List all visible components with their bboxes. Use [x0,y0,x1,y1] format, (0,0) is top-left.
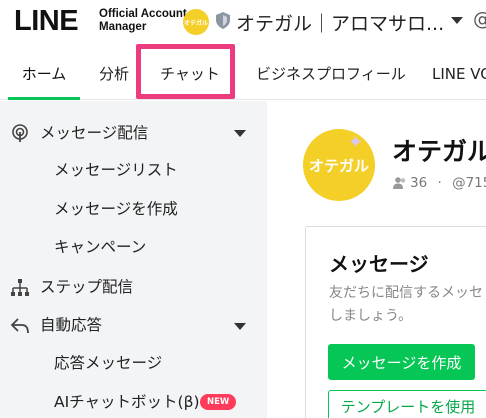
broadcast-icon [12,124,28,142]
account-id: @715 [452,175,486,191]
sidebar-item-ai-chatbot[interactable]: AIチャットボット(β) [54,384,200,418]
sidebar-item-response-message[interactable]: 応答メッセージ [54,345,162,381]
card-title: メッセージ [329,252,429,276]
line-logo[interactable]: LINE [14,5,79,38]
use-template-button[interactable]: テンプレートを使用 [328,390,486,418]
sidebar-item-message-list[interactable]: メッセージリスト [54,152,178,188]
account-title: オテガル [392,137,486,166]
create-message-button[interactable]: メッセージを作成 [328,344,475,380]
sidebar-item-create-message[interactable]: メッセージを作成 [54,191,178,227]
chat-tab-highlight [136,44,235,99]
step-flow-icon [11,279,29,296]
at-icon[interactable]: @ [473,8,486,30]
sidebar-item-auto-reply[interactable]: 自動応答 [40,307,102,343]
shield-icon [216,12,230,29]
main-tabs: ホーム 分析 チャット ビジネスプロフィール LINE VO [0,48,486,100]
card-description: 友だちに配信するメッセ しましょう。 [329,285,483,324]
tab-business-profile[interactable]: ビジネスプロフィール [256,48,406,100]
account-name[interactable]: オテガル｜アロマサロ... [236,9,444,36]
meta-separator: · [437,175,442,191]
logo-subtitle-line1: Official Account [99,8,187,20]
friends-icon [393,177,406,189]
logo-subtitle: Official Account Manager [99,8,187,34]
profile-avatar[interactable]: オテガル [303,129,375,201]
chevron-down-icon[interactable] [451,17,463,24]
sparkle-icon: ✦ [348,132,364,153]
chevron-down-icon[interactable] [234,323,246,330]
tab-line-voom[interactable]: LINE VO [432,48,486,100]
friends-count: 36 [410,175,428,191]
account-avatar[interactable]: オテガル [183,9,209,35]
logo-subtitle-line2: Manager [99,21,147,33]
sidebar-item-step-delivery[interactable]: ステップ配信 [40,269,133,305]
sidebar-item-campaign[interactable]: キャンペーン [54,229,146,265]
top-header: LINE Official Account Manager オテガル オテガル｜… [0,0,486,48]
chevron-down-icon[interactable] [234,130,246,137]
tab-analytics[interactable]: 分析 [99,48,129,100]
new-badge: NEW [200,394,237,410]
sidebar-item-message-delivery[interactable]: メッセージ配信 [40,115,148,151]
reply-icon [10,318,29,334]
tab-home[interactable]: ホーム [8,48,80,100]
account-meta: 36 · @715 [410,175,486,191]
